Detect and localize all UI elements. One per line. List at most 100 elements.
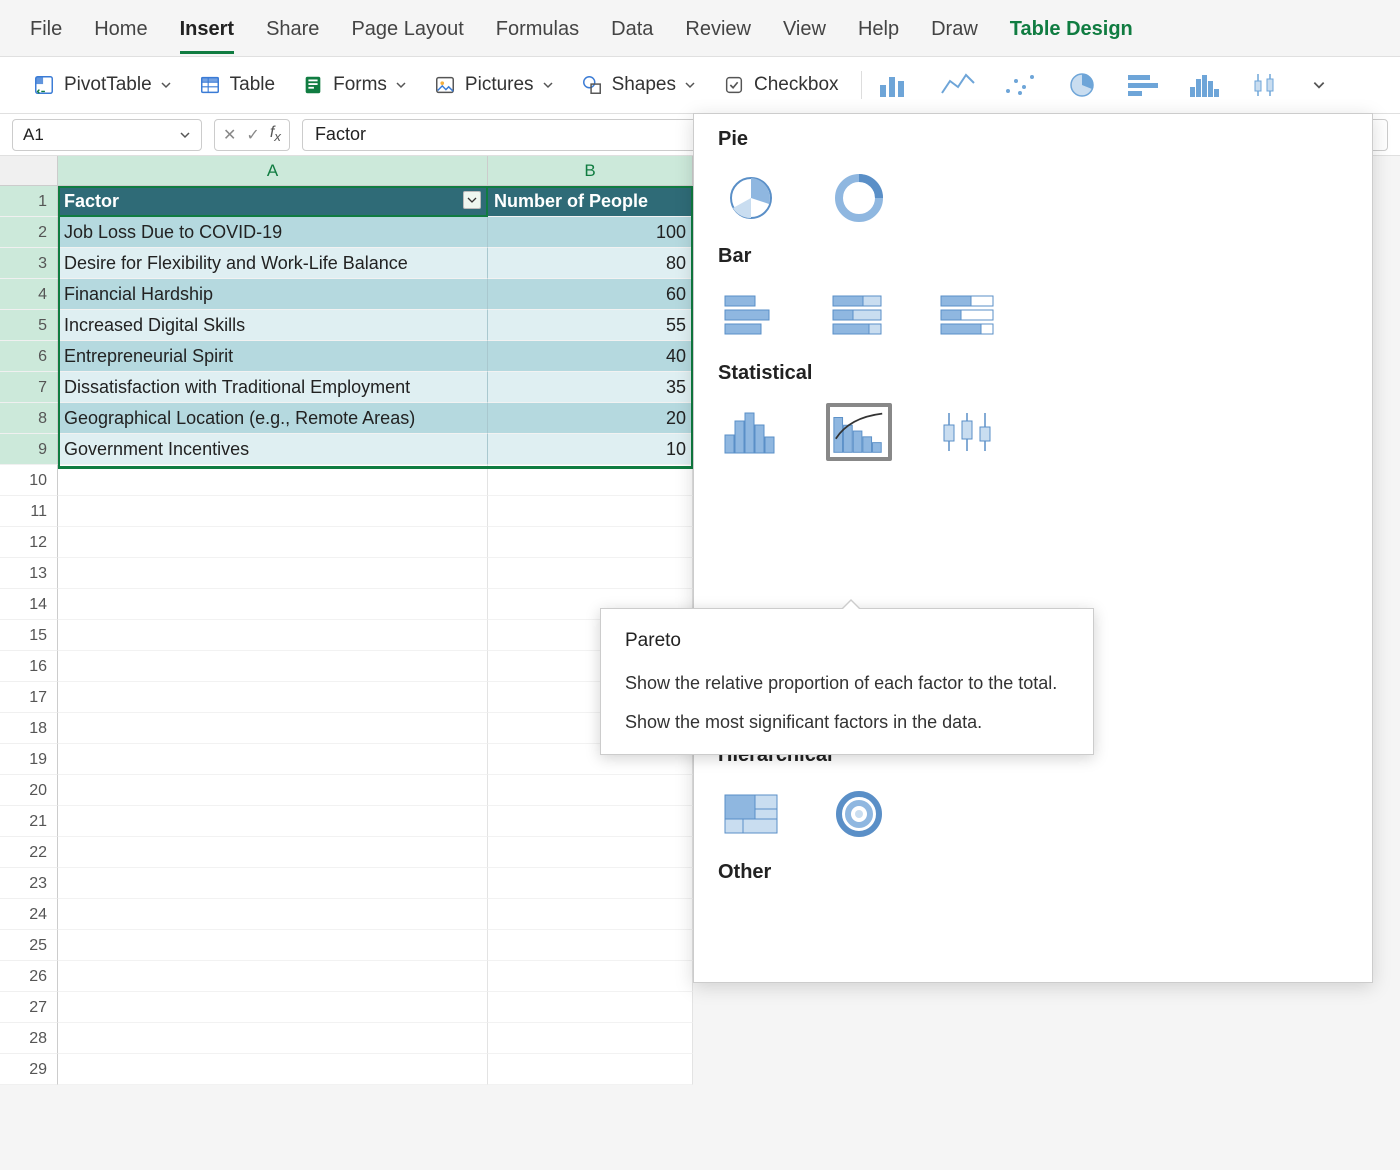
cell-value[interactable]: 60	[488, 279, 693, 310]
ribbon-tab-home[interactable]: Home	[94, 12, 147, 54]
empty-cell[interactable]	[58, 961, 488, 992]
empty-cell[interactable]	[58, 713, 488, 744]
cell-value[interactable]: 35	[488, 372, 693, 403]
filter-icon[interactable]	[463, 191, 481, 209]
treemap-option[interactable]	[718, 785, 784, 843]
cell-factor[interactable]: Financial Hardship	[58, 279, 488, 310]
name-box[interactable]: A1	[12, 119, 202, 151]
row-header[interactable]: 7	[0, 372, 58, 403]
empty-cell[interactable]	[58, 527, 488, 558]
row-header[interactable]: 25	[0, 930, 58, 961]
row-header[interactable]: 6	[0, 341, 58, 372]
100-stacked-bar-option[interactable]	[934, 286, 1000, 344]
empty-cell[interactable]	[58, 682, 488, 713]
empty-cell[interactable]	[58, 930, 488, 961]
boxplot-icon[interactable]	[1250, 71, 1286, 99]
cell-value[interactable]: 40	[488, 341, 693, 372]
cell-factor[interactable]: Geographical Location (e.g., Remote Area…	[58, 403, 488, 434]
pie-chart-option[interactable]	[718, 169, 784, 227]
ribbon-tab-insert[interactable]: Insert	[180, 12, 234, 54]
row-header[interactable]: 11	[0, 496, 58, 527]
select-all-corner[interactable]	[0, 156, 58, 186]
row-header[interactable]: 12	[0, 527, 58, 558]
row-header[interactable]: 1	[0, 186, 58, 217]
empty-cell[interactable]	[58, 806, 488, 837]
cell-factor[interactable]: Dissatisfaction with Traditional Employm…	[58, 372, 488, 403]
pie-chart-icon[interactable]	[1064, 71, 1100, 99]
sunburst-option[interactable]	[826, 785, 892, 843]
empty-cell[interactable]	[488, 961, 693, 992]
row-header[interactable]: 5	[0, 310, 58, 341]
empty-cell[interactable]	[58, 868, 488, 899]
empty-cell[interactable]	[488, 868, 693, 899]
row-header[interactable]: 23	[0, 868, 58, 899]
empty-cell[interactable]	[488, 775, 693, 806]
empty-cell[interactable]	[488, 899, 693, 930]
empty-cell[interactable]	[58, 992, 488, 1023]
empty-cell[interactable]	[488, 992, 693, 1023]
clustered-bar-option[interactable]	[718, 286, 784, 344]
ribbon-tab-review[interactable]: Review	[685, 12, 751, 54]
row-header[interactable]: 2	[0, 217, 58, 248]
pivottable-button[interactable]: PivotTable	[24, 69, 180, 101]
fx-icon[interactable]: fx	[270, 124, 281, 144]
row-header[interactable]: 18	[0, 713, 58, 744]
shapes-button[interactable]: Shapes	[572, 69, 704, 101]
cell-factor[interactable]: Entrepreneurial Spirit	[58, 341, 488, 372]
ribbon-tab-formulas[interactable]: Formulas	[496, 12, 579, 54]
cell-value[interactable]: 100	[488, 217, 693, 248]
histogram-icon[interactable]	[1188, 71, 1224, 99]
grid-cells[interactable]: FactorNumber of PeopleJob Loss Due to CO…	[58, 186, 693, 1085]
empty-cell[interactable]	[58, 465, 488, 496]
row-header[interactable]: 3	[0, 248, 58, 279]
empty-cell[interactable]	[58, 899, 488, 930]
cell-factor[interactable]: Government Incentives	[58, 434, 488, 465]
row-header[interactable]: 10	[0, 465, 58, 496]
pictures-button[interactable]: Pictures	[425, 69, 562, 101]
table-header-factor[interactable]: Factor	[58, 186, 488, 217]
ribbon-tab-help[interactable]: Help	[858, 12, 899, 54]
cell-factor[interactable]: Increased Digital Skills	[58, 310, 488, 341]
empty-cell[interactable]	[488, 558, 693, 589]
forms-button[interactable]: Forms	[293, 69, 415, 101]
empty-cell[interactable]	[488, 806, 693, 837]
empty-cell[interactable]	[58, 558, 488, 589]
ribbon-tab-share[interactable]: Share	[266, 12, 319, 54]
empty-cell[interactable]	[488, 1023, 693, 1054]
enter-icon[interactable]: ✓	[246, 125, 259, 145]
empty-cell[interactable]	[58, 744, 488, 775]
table-button[interactable]: Table	[190, 69, 283, 101]
empty-cell[interactable]	[58, 1023, 488, 1054]
row-header[interactable]: 9	[0, 434, 58, 465]
pareto-option[interactable]	[826, 403, 892, 461]
column-chart-icon[interactable]	[878, 71, 914, 99]
stacked-bar-option[interactable]	[826, 286, 892, 344]
empty-cell[interactable]	[58, 1054, 488, 1085]
row-header[interactable]: 8	[0, 403, 58, 434]
empty-cell[interactable]	[58, 651, 488, 682]
col-header-B[interactable]: B	[488, 156, 693, 186]
empty-cell[interactable]	[488, 837, 693, 868]
ribbon-tab-table-design[interactable]: Table Design	[1010, 12, 1133, 54]
checkbox-button[interactable]: Checkbox	[714, 69, 847, 101]
scatter-chart-icon[interactable]	[1002, 71, 1038, 99]
row-header[interactable]: 19	[0, 744, 58, 775]
ribbon-tab-draw[interactable]: Draw	[931, 12, 978, 54]
cancel-icon[interactable]: ✕	[223, 125, 236, 145]
chevron-down-icon[interactable]	[1312, 78, 1326, 92]
row-header[interactable]: 20	[0, 775, 58, 806]
cell-value[interactable]: 20	[488, 403, 693, 434]
ribbon-tab-view[interactable]: View	[783, 12, 826, 54]
line-chart-icon[interactable]	[940, 71, 976, 99]
cell-value[interactable]: 55	[488, 310, 693, 341]
row-header[interactable]: 22	[0, 837, 58, 868]
table-header-number[interactable]: Number of People	[488, 186, 693, 217]
cell-value[interactable]: 10	[488, 434, 693, 465]
empty-cell[interactable]	[58, 589, 488, 620]
empty-cell[interactable]	[58, 837, 488, 868]
boxwhisker-option[interactable]	[934, 403, 1000, 461]
row-header[interactable]: 15	[0, 620, 58, 651]
row-header[interactable]: 28	[0, 1023, 58, 1054]
ribbon-tab-data[interactable]: Data	[611, 12, 653, 54]
row-header[interactable]: 29	[0, 1054, 58, 1085]
